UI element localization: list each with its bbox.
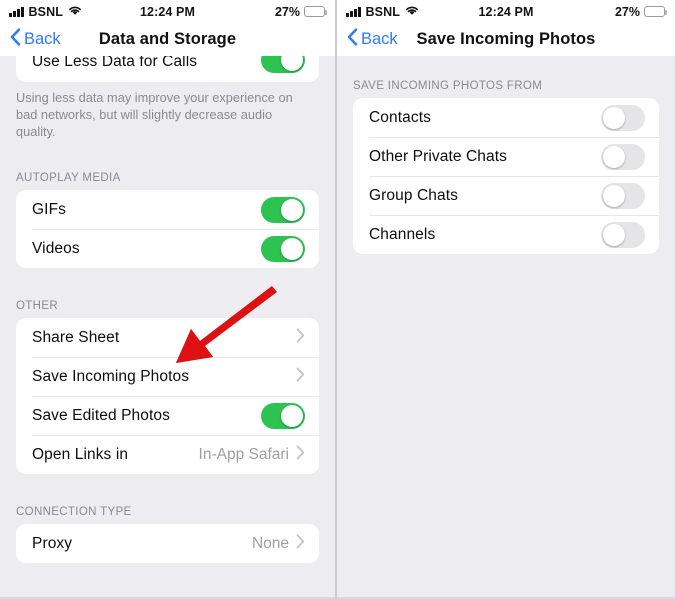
row-group-chats[interactable]: Group Chats [353, 176, 659, 215]
row-save-edited-photos[interactable]: Save Edited Photos [16, 396, 319, 435]
wifi-icon [68, 5, 82, 19]
other-card: Share Sheet Save Incoming Photos Save Ed… [16, 318, 319, 474]
row-proxy[interactable]: Proxy None [16, 524, 319, 563]
phone-panel-left: BSNL 12:24 PM 27% Back Data and Storage … [0, 0, 337, 599]
calls-footer-note: Using less data may improve your experie… [16, 90, 293, 139]
row-gifs[interactable]: GIFs [16, 190, 319, 229]
toggle-use-less-data-for-calls[interactable] [261, 56, 305, 73]
back-button-label: Back [24, 30, 61, 48]
row-label: Open Links in [32, 445, 129, 463]
row-save-incoming-photos[interactable]: Save Incoming Photos [16, 357, 319, 396]
signal-bars-icon [346, 7, 361, 17]
row-share-sheet[interactable]: Share Sheet [16, 318, 319, 357]
row-accessory [601, 221, 645, 248]
row-accessory: In-App Safari [198, 444, 305, 465]
row-open-links-in[interactable]: Open Links in In-App Safari [16, 435, 319, 474]
chevron-right-icon [296, 533, 305, 554]
status-bar-right-group: 27% [614, 4, 668, 19]
row-label: Use Less Data for Calls [32, 56, 198, 70]
status-bar-right-group: 27% [274, 4, 328, 19]
row-accessory [261, 56, 305, 82]
row-accessory [601, 182, 645, 209]
battery-percent-label: 27% [274, 4, 300, 19]
row-channels[interactable]: Channels [353, 215, 659, 254]
row-other-private-chats[interactable]: Other Private Chats [353, 137, 659, 176]
group-header-save-incoming-photos-from: SAVE INCOMING PHOTOS FROM [353, 80, 543, 92]
row-label: Proxy [32, 534, 73, 552]
toggle-videos[interactable] [261, 235, 305, 262]
status-bar-left: BSNL 12:24 PM 27% [0, 0, 335, 23]
group-header-other: OTHER [16, 300, 58, 312]
battery-icon [644, 6, 668, 17]
carrier-label: BSNL [28, 4, 63, 19]
carrier-label: BSNL [365, 4, 400, 19]
chevron-left-icon [347, 27, 358, 51]
battery-icon [304, 6, 328, 17]
signal-bars-icon [9, 7, 24, 17]
nav-bar-left: Back Data and Storage [0, 23, 335, 56]
chevron-left-icon [10, 27, 21, 51]
connection-type-card: Proxy None [16, 524, 319, 563]
phone-panel-right: BSNL 12:24 PM 27% Back Save Incoming Pho… [337, 0, 675, 599]
row-contacts[interactable]: Contacts [353, 98, 659, 137]
status-bar-left-group: BSNL [9, 5, 82, 19]
row-accessory [296, 327, 305, 348]
settings-scroll-right[interactable]: SAVE INCOMING PHOTOS FROM Contacts Other… [337, 56, 675, 599]
row-label: Channels [369, 225, 436, 243]
row-accessory [601, 143, 645, 170]
chevron-right-icon [296, 444, 305, 465]
row-accessory [601, 104, 645, 131]
row-label: Save Incoming Photos [32, 367, 190, 385]
group-header-connection-type: CONNECTION TYPE [16, 506, 132, 518]
calls-card: Use Less Data for Calls [16, 56, 319, 82]
battery-percent-label: 27% [614, 4, 640, 19]
row-label: Other Private Chats [369, 147, 508, 165]
status-bar-right: BSNL 12:24 PM 27% [337, 0, 675, 23]
row-label: Videos [32, 239, 80, 257]
back-button-label: Back [361, 30, 398, 48]
row-videos[interactable]: Videos [16, 229, 319, 268]
group-header-autoplay-media: AUTOPLAY MEDIA [16, 172, 121, 184]
row-use-less-data-for-calls[interactable]: Use Less Data for Calls [16, 56, 319, 82]
toggle-contacts[interactable] [601, 104, 645, 131]
row-label: Save Edited Photos [32, 406, 170, 424]
row-accessory [296, 366, 305, 387]
toggle-group-chats[interactable] [601, 182, 645, 209]
chevron-right-icon [296, 366, 305, 387]
row-label: Share Sheet [32, 328, 120, 346]
chevron-right-icon [296, 327, 305, 348]
photo-sources-card: Contacts Other Private Chats Group Chats [353, 98, 659, 254]
toggle-gifs[interactable] [261, 196, 305, 223]
autoplay-media-card: GIFs Videos [16, 190, 319, 268]
toggle-channels[interactable] [601, 221, 645, 248]
back-button[interactable]: Back [10, 27, 61, 52]
wifi-icon [405, 5, 419, 19]
back-button[interactable]: Back [347, 27, 398, 52]
row-value: None [251, 534, 289, 552]
row-label: Group Chats [369, 186, 458, 204]
toggle-save-edited-photos[interactable] [261, 402, 305, 429]
row-accessory [261, 402, 305, 429]
row-accessory [261, 235, 305, 262]
toggle-other-private-chats[interactable] [601, 143, 645, 170]
row-accessory [261, 196, 305, 223]
row-label: GIFs [32, 200, 66, 218]
row-value: In-App Safari [198, 445, 289, 463]
row-accessory: None [251, 533, 305, 554]
nav-bar-right: Back Save Incoming Photos [337, 23, 675, 56]
screenshot-root: BSNL 12:24 PM 27% Back Data and Storage … [0, 0, 675, 599]
row-label: Contacts [369, 108, 431, 126]
status-bar-left-group: BSNL [346, 5, 419, 19]
settings-scroll-left[interactable]: Use Less Data for Calls Using less data … [0, 56, 335, 599]
